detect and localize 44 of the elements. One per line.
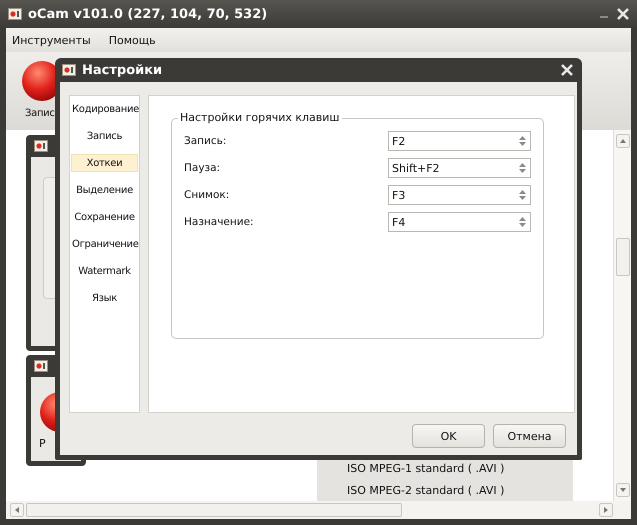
spin-arrows-icon[interactable] <box>518 162 527 174</box>
group-title: Настройки горячих клавиш <box>178 111 342 124</box>
app-icon <box>34 140 48 152</box>
horizontal-scrollbar[interactable] <box>6 501 631 519</box>
sidebar-item[interactable]: Ограничение <box>71 235 138 253</box>
cancel-button[interactable]: Отмена <box>493 424 566 448</box>
app-icon <box>62 64 76 76</box>
close-icon[interactable] <box>617 8 629 20</box>
field-label: Пауза: <box>184 162 222 174</box>
menu-item[interactable]: Инструменты <box>12 34 91 46</box>
spin-arrows-icon[interactable] <box>518 216 527 228</box>
app-icon <box>8 8 22 20</box>
sidebar-item[interactable]: Запись <box>71 127 138 145</box>
sidebar-item[interactable]: Хоткеи <box>71 154 138 172</box>
menu-item[interactable]: Помощь <box>108 34 156 46</box>
spin-arrows-icon[interactable] <box>518 189 527 201</box>
scroll-thumb[interactable] <box>26 503 402 517</box>
scroll-up-icon[interactable] <box>616 134 630 148</box>
app-icon <box>34 360 48 372</box>
ok-button[interactable]: OK <box>412 424 485 448</box>
field-label: Запись: <box>184 135 228 147</box>
field-label: Снимок: <box>184 189 230 201</box>
scroll-left-icon[interactable] <box>10 503 24 517</box>
vertical-scrollbar[interactable] <box>613 130 631 501</box>
hotkey-field[interactable]: F4 <box>388 212 531 232</box>
hotkey-field[interactable]: Shift+F2 <box>388 158 531 178</box>
scroll-thumb[interactable] <box>616 238 630 276</box>
field-label: Назначение: <box>184 216 255 228</box>
window-title: oCam v101.0 (227, 104, 70, 532) <box>28 6 268 22</box>
hotkey-field[interactable]: F3 <box>388 185 531 205</box>
sidebar-item[interactable]: Кодирование <box>71 100 138 118</box>
sidebar-item[interactable]: Язык <box>71 289 138 307</box>
spin-arrows-icon[interactable] <box>518 135 527 147</box>
dialog-title: Настройки <box>82 62 162 78</box>
hotkey-field[interactable]: F2 <box>388 131 531 151</box>
toolbar-label[interactable]: Запис <box>25 108 55 119</box>
sidebar-item[interactable]: Watermark <box>71 262 138 280</box>
close-icon[interactable] <box>561 64 573 76</box>
scroll-right-icon[interactable] <box>599 503 613 517</box>
list-item[interactable]: ISO MPEG-2 standard ( .AVI ) <box>347 484 573 497</box>
sidebar-item[interactable]: Выделение <box>71 181 138 199</box>
sidebar-item[interactable]: Сохранение <box>71 208 138 226</box>
list-item[interactable]: ISO MPEG-1 standard ( .AVI ) <box>347 462 573 475</box>
scroll-down-icon[interactable] <box>616 483 630 497</box>
